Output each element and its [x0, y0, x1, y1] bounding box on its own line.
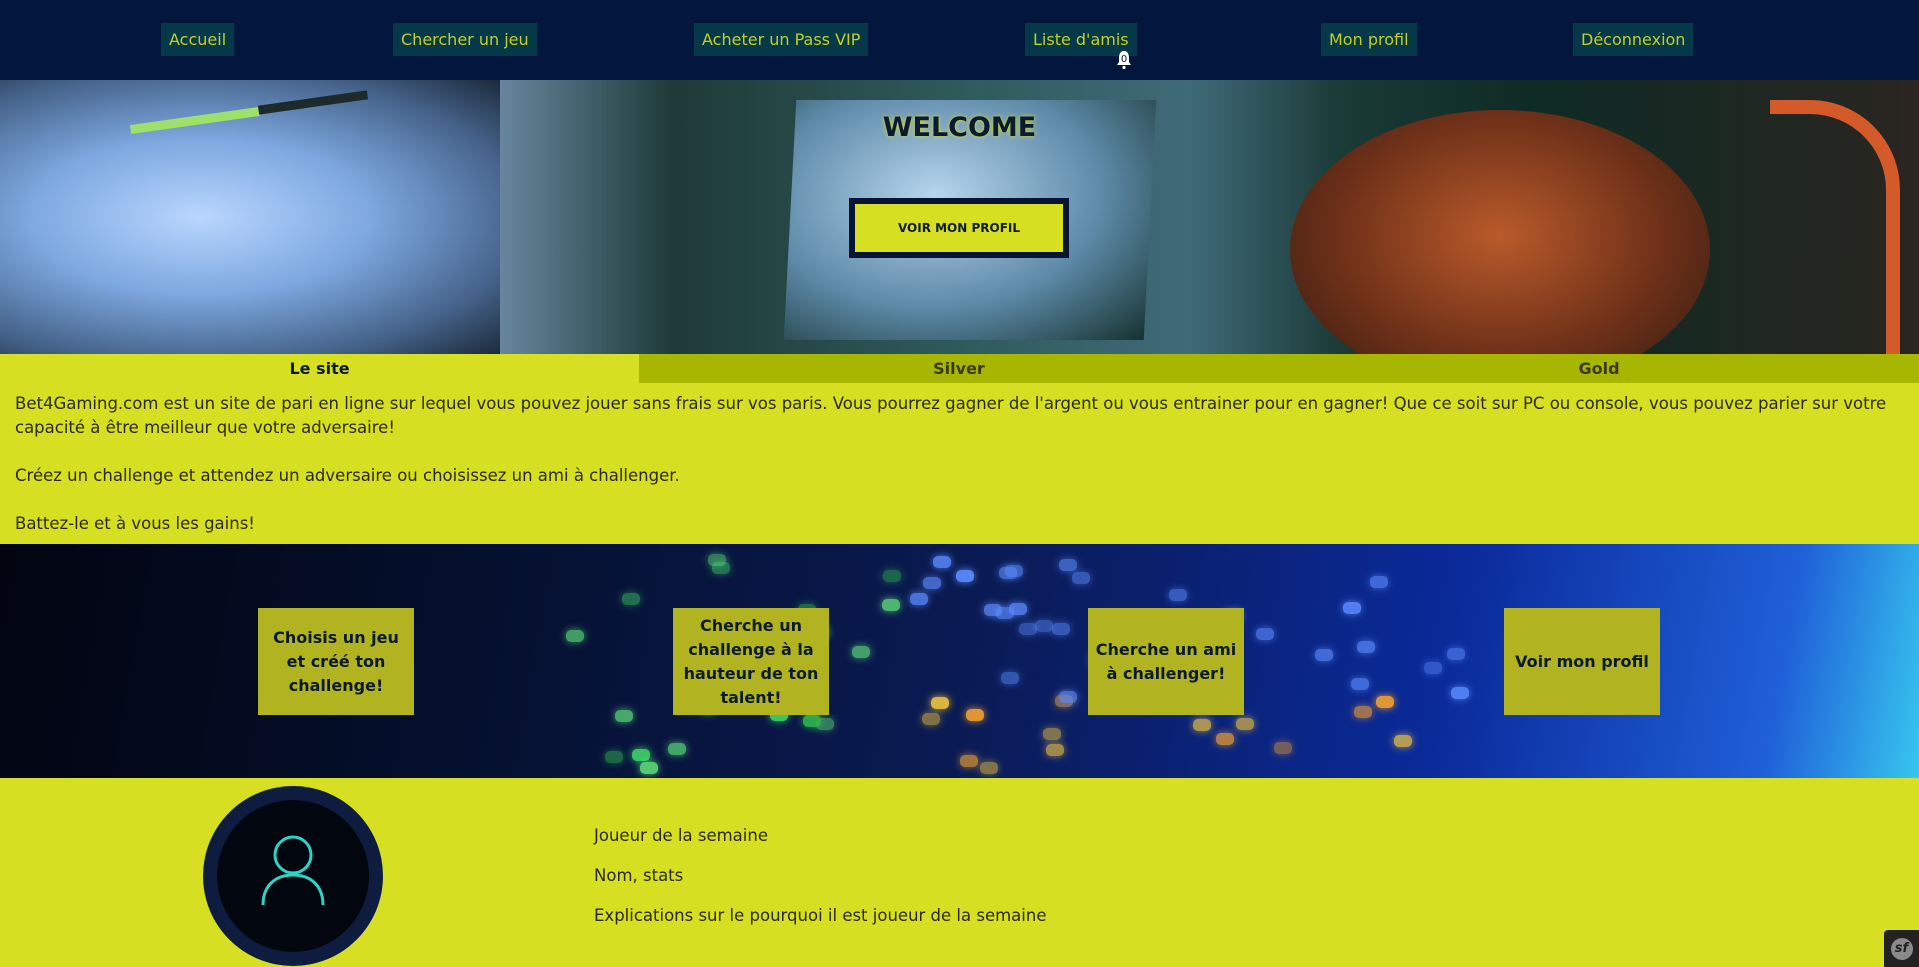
keyboard-key-glow: [1071, 571, 1090, 584]
nav-accueil[interactable]: Accueil: [161, 23, 235, 56]
player-of-week-title: Joueur de la semaine: [594, 826, 768, 845]
keyboard-key-glow: [631, 748, 650, 761]
keyboard-key-glow: [1045, 744, 1064, 757]
keyboard-key-glow: [923, 576, 942, 589]
keyboard-key-glow: [1255, 627, 1274, 640]
nav-mon-profil[interactable]: Mon profil: [1321, 23, 1417, 56]
keyboard-key-glow: [566, 629, 585, 642]
keyboard-key-glow: [621, 593, 640, 606]
keyboard-key-glow: [910, 592, 929, 605]
keyboard-key-glow: [1059, 690, 1078, 703]
keyboard-key-glow: [1342, 602, 1361, 615]
user-icon: [261, 835, 325, 906]
nav-chercher-un-jeu[interactable]: Chercher un jeu: [393, 23, 537, 56]
keyboard-key-glow: [1169, 589, 1188, 602]
top-navbar: Accueil Chercher un jeu Acheter un Pass …: [0, 0, 1919, 80]
keyboard-key-glow: [852, 646, 871, 659]
tab-content: Bet4Gaming.com est un site de pari en li…: [15, 392, 1905, 560]
tab-bar: Le site Silver Gold: [0, 354, 1919, 383]
keyboard-key-glow: [1354, 705, 1373, 718]
keyboard-key-glow: [881, 599, 900, 612]
tab-le-site[interactable]: Le site: [0, 354, 639, 383]
keyboard-key-glow: [1375, 696, 1394, 709]
keyboard-key-glow: [1394, 734, 1413, 747]
notification-bell-icon[interactable]: 0: [1116, 50, 1132, 70]
gains-paragraph: Battez-le et à vous les gains!: [15, 514, 255, 533]
player-of-week-stats: Nom, stats: [594, 866, 684, 885]
keyboard-key-glow: [1052, 623, 1071, 636]
keyboard-key-glow: [996, 606, 1015, 619]
keyboard-key-glow: [668, 742, 687, 755]
keyboard-key-glow: [1314, 648, 1333, 661]
keyboard-key-glow: [966, 709, 985, 722]
hero-title: WELCOME: [882, 112, 1037, 143]
keyboard-key-glow: [883, 570, 902, 583]
notification-count: 0: [1121, 54, 1127, 65]
keyboard-key-glow: [956, 569, 975, 582]
keyboard-key-glow: [1059, 559, 1078, 572]
features-section: Choisis un jeu et créé ton challenge! Ch…: [0, 544, 1919, 778]
keyboard-key-glow: [1450, 687, 1469, 700]
keyboard-key-glow: [1350, 677, 1369, 690]
keyboard-key-glow: [959, 754, 978, 767]
keyboard-key-glow: [803, 714, 822, 727]
keyboard-key-glow: [921, 713, 940, 726]
symfony-icon: sf: [1890, 937, 1913, 960]
tab-silver[interactable]: Silver: [639, 354, 1279, 383]
intro-paragraph: Bet4Gaming.com est un site de pari en li…: [15, 394, 1887, 437]
nav-deconnexion[interactable]: Déconnexion: [1573, 23, 1694, 56]
keyboard-key-glow: [1370, 576, 1389, 589]
keyboard-key-glow: [1273, 742, 1292, 755]
feature-card-choisis-jeu[interactable]: Choisis un jeu et créé ton challenge!: [258, 608, 414, 715]
keyboard-key-glow: [1357, 641, 1376, 654]
keyboard-key-glow: [640, 762, 659, 775]
hero-bg-gamer: [1290, 110, 1710, 354]
keyboard-key-glow: [1034, 620, 1053, 633]
keyboard-key-glow: [1018, 623, 1037, 636]
feature-card-voir-profil[interactable]: Voir mon profil: [1504, 608, 1660, 715]
feature-card-cherche-ami[interactable]: Cherche un ami à challenger!: [1088, 608, 1244, 715]
keyboard-key-glow: [1447, 647, 1466, 660]
symfony-debug-toolbar-toggle[interactable]: sf: [1884, 930, 1919, 967]
keyboard-key-glow: [1043, 728, 1062, 741]
keyboard-key-glow: [1192, 719, 1211, 732]
feature-card-cherche-challenge[interactable]: Cherche un challenge à la hauteur de ton…: [673, 608, 829, 715]
keyboard-key-glow: [1215, 732, 1234, 745]
tab-gold[interactable]: Gold: [1279, 354, 1919, 383]
nav-acheter-pass-vip[interactable]: Acheter un Pass VIP: [694, 23, 869, 56]
keyboard-key-glow: [614, 709, 633, 722]
keyboard-key-glow: [1001, 671, 1020, 684]
keyboard-key-glow: [999, 567, 1018, 580]
keyboard-key-glow: [708, 554, 727, 567]
keyboard-key-glow: [1423, 662, 1442, 675]
keyboard-key-glow: [605, 751, 624, 764]
keyboard-key-glow: [1235, 718, 1254, 731]
challenge-paragraph: Créez un challenge et attendez un advers…: [15, 466, 680, 485]
player-of-week-explanation: Explications sur le pourquoi il est joue…: [594, 906, 1047, 925]
keyboard-key-glow: [980, 762, 999, 774]
keyboard-key-glow: [931, 696, 950, 709]
voir-mon-profil-button[interactable]: VOIR MON PROFIL: [849, 198, 1069, 258]
keyboard-key-glow: [933, 555, 952, 568]
